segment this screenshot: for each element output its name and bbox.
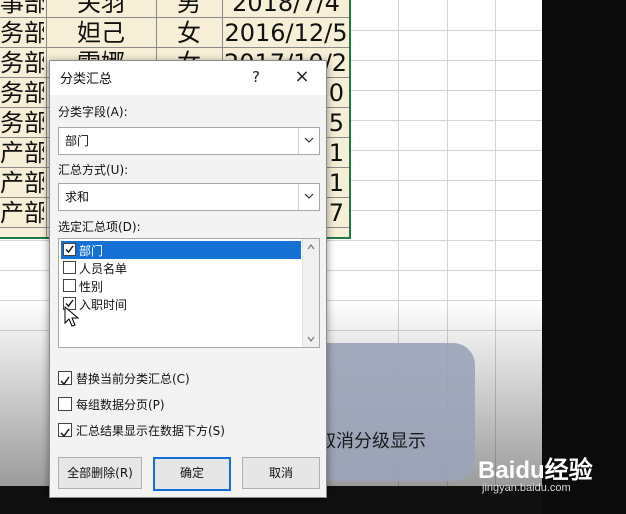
checkbox[interactable] [58, 371, 72, 386]
list-item[interactable]: 入职时间 [61, 295, 301, 313]
list-item[interactable]: 部门 [61, 241, 301, 259]
replace-subtotals-option[interactable]: 替换当前分类汇总(C) [58, 369, 318, 387]
checkbox[interactable] [63, 261, 76, 274]
list-item-label: 人员名单 [79, 262, 128, 276]
baidu-logo: Baidu经验 [478, 457, 593, 484]
group-field-value: 部门 [65, 134, 90, 148]
cell-date[interactable]: 2016/12/5 [224, 18, 348, 48]
cell-dept[interactable]: 务部 [0, 78, 44, 108]
list-item[interactable]: 性别 [61, 277, 301, 295]
summary-method-value: 求和 [65, 190, 90, 204]
option-label: 替换当前分类汇总(C) [76, 372, 190, 386]
option-label: 汇总结果显示在数据下方(S) [76, 424, 225, 438]
cell-dept[interactable]: 务部 [0, 108, 44, 138]
summary-items-list[interactable]: 部门 人员名单 性别 入职时间 [58, 238, 320, 348]
dialog-title: 分类汇总 [60, 72, 113, 87]
checkbox[interactable] [63, 243, 76, 256]
cell-dept[interactable]: 务部 [0, 48, 44, 78]
summary-below-option[interactable]: 汇总结果显示在数据下方(S) [58, 421, 318, 439]
list-item-label: 入职时间 [79, 298, 128, 312]
summary-method-label: 汇总方式(U): [58, 163, 129, 177]
close-button[interactable]: × [290, 66, 314, 88]
scroll-up-icon[interactable] [307, 244, 315, 250]
scroll-down-icon[interactable] [307, 336, 315, 342]
list-scrollbar[interactable] [302, 239, 319, 347]
mouse-cursor-icon [64, 306, 80, 327]
group-field-dropdown[interactable]: 部门 [58, 127, 320, 155]
cancel-button[interactable]: 取消 [242, 457, 320, 489]
cell-name[interactable]: 关羽 [48, 0, 154, 18]
list-item-label: 部门 [79, 244, 104, 258]
help-button[interactable]: ? [246, 66, 266, 88]
checkbox[interactable] [58, 423, 72, 438]
cell-dept[interactable]: 产部 [0, 198, 44, 228]
cell-dept[interactable]: 产部 [0, 138, 44, 168]
checkbox[interactable] [63, 279, 76, 292]
ok-button[interactable]: 确定 [153, 457, 231, 491]
baidu-watermark: Baidu经验 jingyan.baidu.com [478, 450, 618, 500]
option-label: 每组数据分页(P) [76, 398, 165, 412]
subtotal-dialog: 分类汇总 ? × 分类字段(A): 部门 汇总方式(U): 求和 选定汇总项(D… [49, 60, 327, 498]
baidu-url: jingyan.baidu.com [482, 482, 571, 494]
cell-gender[interactable]: 女 [158, 18, 220, 48]
checkbox[interactable] [58, 397, 72, 411]
summary-method-dropdown[interactable]: 求和 [58, 183, 320, 211]
cell-gender[interactable]: 男 [158, 0, 220, 18]
column-border [46, 0, 47, 237]
chevron-down-icon[interactable] [298, 184, 319, 210]
cell-dept[interactable]: 事部 [0, 0, 44, 18]
right-black-bar [542, 0, 626, 514]
chevron-down-icon[interactable] [298, 128, 319, 154]
dialog-titlebar[interactable]: 分类汇总 ? × [50, 61, 326, 95]
cell-dept[interactable]: 务部 [0, 18, 44, 48]
summary-items-label: 选定汇总项(D): [58, 220, 141, 234]
cell-name[interactable]: 妲己 [48, 18, 154, 48]
tip-text: 取消分级显示 [318, 431, 426, 452]
remove-all-button[interactable]: 全部删除(R) [58, 457, 142, 489]
group-field-label: 分类字段(A): [58, 105, 128, 119]
page-break-option[interactable]: 每组数据分页(P) [58, 395, 318, 413]
cell-date[interactable]: 2018/7/4 [224, 0, 348, 18]
list-item-label: 性别 [79, 280, 104, 294]
list-item[interactable]: 人员名单 [61, 259, 301, 277]
cell-dept[interactable]: 产部 [0, 168, 44, 198]
